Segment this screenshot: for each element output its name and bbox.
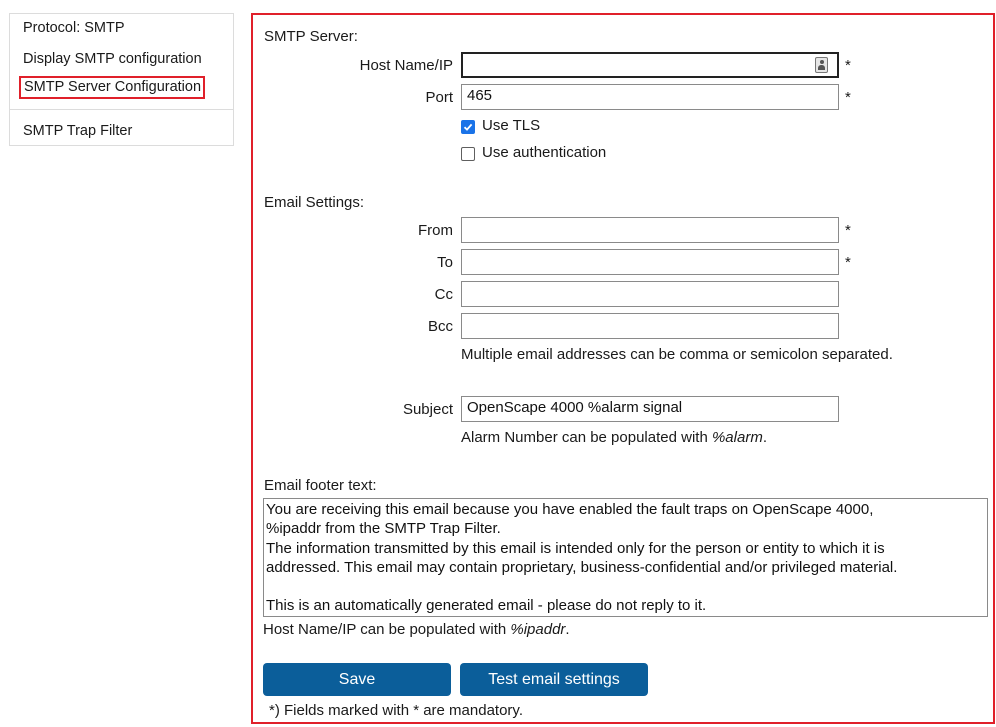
sidebar-item-display-smtp-configuration[interactable]: Display SMTP configuration — [23, 51, 202, 67]
ipaddr-variable: %ipaddr — [510, 621, 566, 638]
sidebar-nav: Protocol: SMTP Display SMTP configuratio… — [9, 13, 234, 146]
alarm-hint: Alarm Number can be populated with %alar… — [461, 429, 767, 446]
footer-text-area[interactable]: You are receiving this email because you… — [263, 498, 988, 617]
from-field[interactable] — [461, 217, 839, 243]
use-tls-label[interactable]: Use TLS — [482, 117, 540, 134]
smtp-server-heading: SMTP Server: — [264, 28, 358, 45]
test-email-settings-button[interactable]: Test email settings — [460, 663, 648, 696]
use-authentication-label[interactable]: Use authentication — [482, 144, 606, 161]
sidebar-item-smtp-trap-filter[interactable]: SMTP Trap Filter — [23, 123, 132, 139]
cc-label: Cc — [434, 286, 453, 303]
from-label: From — [418, 222, 453, 239]
checkmark-icon — [463, 123, 473, 131]
bcc-label: Bcc — [427, 318, 453, 335]
sidebar-item-smtp-server-configuration[interactable]: SMTP Server Configuration — [19, 76, 206, 99]
use-authentication-checkbox[interactable] — [461, 147, 475, 161]
smtp-server-config-panel: SMTP Server: Host Name/IP * Port 465 * U… — [251, 13, 995, 724]
bcc-field[interactable] — [461, 313, 839, 339]
addresses-hint: Multiple email addresses can be comma or… — [461, 346, 893, 363]
host-required-mark: * — [845, 57, 851, 74]
host-name-label: Host Name/IP — [359, 57, 453, 74]
sidebar-item-protocol-smtp[interactable]: Protocol: SMTP — [23, 20, 125, 36]
port-label: Port — [425, 89, 453, 106]
sidebar-divider — [10, 109, 233, 110]
to-label: To — [437, 254, 453, 271]
cc-field[interactable] — [461, 281, 839, 307]
to-field[interactable] — [461, 249, 839, 275]
save-button[interactable]: Save — [263, 663, 451, 696]
footer-text-heading: Email footer text: — [264, 477, 377, 494]
contact-card-icon[interactable] — [815, 57, 828, 73]
port-required-mark: * — [845, 89, 851, 106]
alarm-variable: %alarm — [711, 429, 763, 446]
port-field[interactable]: 465 — [461, 84, 839, 110]
subject-field[interactable]: OpenScape 4000 %alarm signal — [461, 396, 839, 422]
subject-label: Subject — [402, 401, 453, 418]
host-hint: Host Name/IP can be populated with %ipad… — [263, 621, 570, 638]
from-required-mark: * — [845, 222, 851, 239]
mandatory-note: *) Fields marked with * are mandatory. — [269, 702, 523, 719]
email-settings-heading: Email Settings: — [264, 194, 365, 211]
to-required-mark: * — [845, 254, 851, 271]
host-name-field[interactable] — [461, 52, 839, 78]
use-tls-checkbox[interactable] — [461, 120, 475, 134]
